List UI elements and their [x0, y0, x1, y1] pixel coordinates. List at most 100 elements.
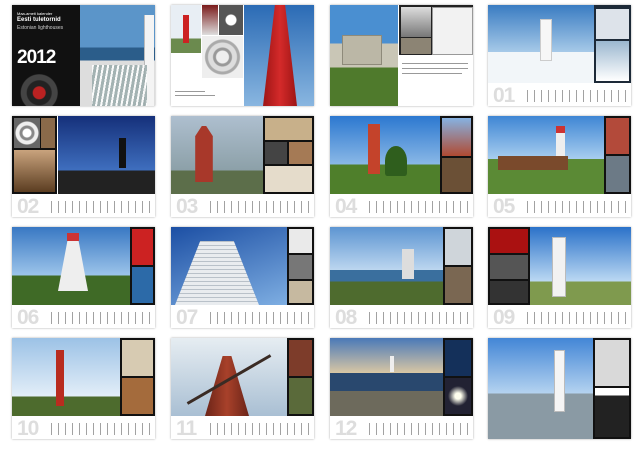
month-number: 05 [493, 195, 515, 217]
calendar-page-06: 06 [12, 227, 155, 328]
month-number: 08 [335, 306, 357, 328]
text-line [402, 68, 468, 69]
text-line [402, 63, 468, 64]
tree [385, 146, 407, 176]
photo-tower-close [442, 118, 471, 156]
photo-red-railing [132, 229, 153, 265]
month-number: 10 [17, 417, 39, 439]
photo-gallery [606, 156, 629, 192]
text-line [402, 73, 462, 74]
photo-house [445, 229, 471, 265]
photo-tall-white-tower [530, 227, 631, 305]
photo-rocky-shore [488, 338, 593, 439]
photo-stair-detail [595, 340, 629, 386]
photo-red-slim-tower [12, 338, 120, 416]
photo-bolts [289, 340, 312, 376]
calendar-page-03: 03 [171, 116, 314, 217]
dusk-tower [119, 138, 126, 168]
day-grid [527, 90, 627, 102]
calendar-page-01: 01 [488, 5, 631, 106]
month-number: 12 [335, 417, 357, 439]
month-number: 09 [493, 306, 515, 328]
houses [498, 156, 568, 170]
photo-night-tower [445, 340, 471, 376]
cover-year: 2012 [17, 47, 56, 68]
photo-frame [432, 7, 473, 55]
photo-brick-tower [606, 118, 629, 154]
winter-lighthouse-tower [540, 19, 552, 61]
cover-title-et: Eesti tuletornid [17, 17, 61, 23]
calendar-page-09: 09 [488, 227, 631, 328]
coast-tower [402, 249, 414, 279]
red-lighthouse-tower [368, 124, 380, 174]
tower-top [67, 233, 79, 241]
photo-sea-shore [330, 227, 443, 305]
day-grid [51, 201, 151, 213]
photo-tower-detail [596, 9, 629, 39]
tall-white-tower [552, 237, 566, 297]
photo-village-lighthouse [488, 116, 604, 194]
photo-lamp-glass [490, 255, 528, 279]
photo-stairs [265, 118, 312, 140]
calendar-page-02: 02 [12, 116, 155, 217]
month-number: 11 [176, 417, 197, 439]
day-grid [527, 312, 627, 324]
photo-lamp [219, 5, 243, 35]
calendar-cover-page: Maa-ameti kalender Eesti tuletornid Esto… [12, 5, 155, 106]
calendar-page-08: 08 [330, 227, 473, 328]
photo-coast [445, 267, 471, 303]
photo-night-beam [445, 378, 471, 414]
calendar-page-01a [171, 5, 314, 106]
photo-doorway [401, 7, 431, 37]
calendar-page-12: 12 [330, 338, 473, 439]
day-grid [51, 312, 151, 324]
photo-spiral [14, 118, 40, 148]
cover-publisher: Maa-ameti kalender [17, 11, 53, 16]
photo-window-inside [265, 142, 287, 164]
photo-foggy-tower [171, 116, 263, 194]
distant-lighthouse [390, 356, 394, 372]
photo-dark-room [490, 281, 528, 303]
calendar-page-10: 10 [12, 338, 155, 439]
calendar-page-05: 05 [488, 116, 631, 217]
caption-line [175, 95, 215, 96]
photo-window [289, 229, 312, 253]
photo-dusk-lighthouse [58, 116, 155, 194]
month-number: 04 [335, 195, 357, 217]
photo-sunset-coast [330, 338, 443, 416]
calendar-page-07: 07 [171, 227, 314, 328]
photo-sea-view [132, 267, 153, 303]
day-grid [210, 312, 310, 324]
photo-interior [401, 38, 431, 54]
photo-snow-branches [596, 41, 629, 81]
photo-lens [289, 142, 312, 164]
photo-lantern [289, 255, 312, 279]
month-number: 02 [17, 195, 39, 217]
stone-building [342, 35, 382, 65]
month-number: 03 [176, 195, 198, 217]
photo-shed [122, 378, 153, 414]
photo-building [122, 340, 153, 376]
photo-base [289, 378, 312, 414]
day-grid [369, 312, 469, 324]
month-number: 06 [17, 306, 39, 328]
cover-photo-spiral-stairs [12, 73, 80, 106]
shore-lighthouse [554, 350, 565, 412]
day-grid [210, 201, 310, 213]
photo-window [202, 5, 218, 35]
month-number: 01 [493, 84, 515, 106]
caption-line [175, 91, 205, 92]
calendar-back-page [488, 338, 631, 439]
photo-room [265, 166, 312, 192]
red-slim-tower [56, 350, 64, 406]
photo-red-beam [490, 229, 528, 253]
cover-title-en: Estonian lighthouses [17, 25, 64, 31]
cover-balcony-railing [92, 65, 147, 106]
calendar-page-11: 11 [171, 338, 314, 439]
calendar-page-04: 04 [330, 116, 473, 217]
photo-stairs [289, 281, 312, 303]
photo-door-frame [595, 388, 629, 437]
photo-lamp-room [442, 158, 471, 192]
calendar-page-01b [330, 5, 473, 106]
day-grid [369, 201, 469, 213]
